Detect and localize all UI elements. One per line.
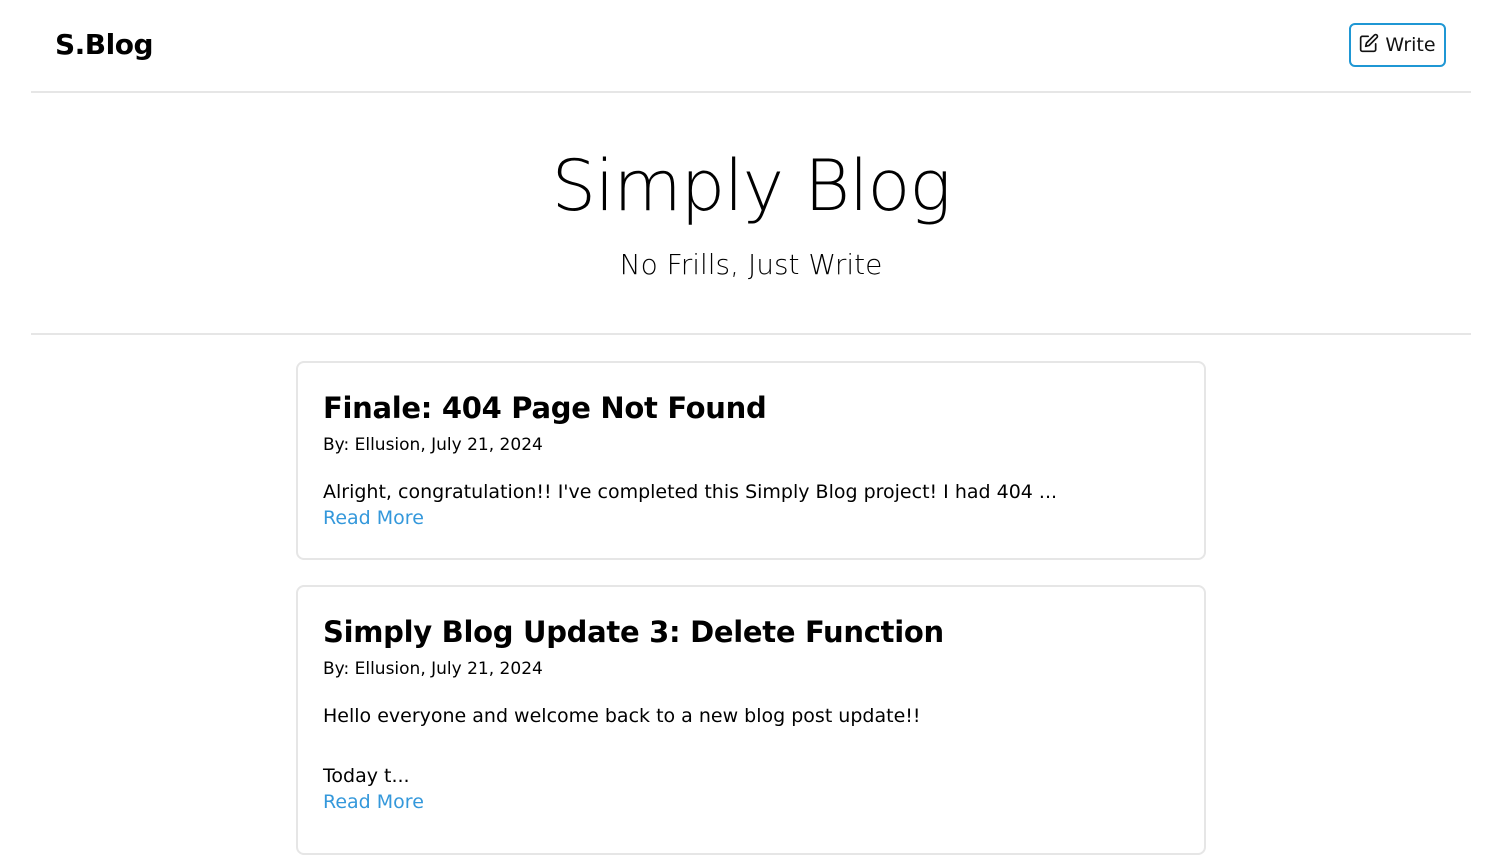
hero-section: Simply Blog No Frills, Just Write [31,93,1471,335]
navbar: S.Blog Write [31,0,1471,93]
write-button[interactable]: Write [1349,23,1446,67]
post-card: Simply Blog Update 3: Delete Function By… [296,585,1206,855]
edit-icon [1359,33,1379,58]
post-meta: By: Ellusion, July 21, 2024 [323,659,543,679]
post-card: Finale: 404 Page Not Found By: Ellusion,… [296,361,1206,560]
brand-logo[interactable]: S.Blog [55,28,154,61]
write-button-label: Write [1385,34,1436,56]
post-title[interactable]: Simply Blog Update 3: Delete Function [323,615,944,649]
read-more-link[interactable]: Read More [323,791,424,813]
read-more-link[interactable]: Read More [323,507,424,529]
page-title: Simply Blog [551,145,952,227]
post-excerpt: Hello everyone and welcome back to a new… [323,705,921,787]
post-meta: By: Ellusion, July 21, 2024 [323,435,543,455]
post-excerpt: Alright, congratulation!! I've completed… [323,481,1058,503]
post-title[interactable]: Finale: 404 Page Not Found [323,391,767,425]
page-subtitle: No Frills, Just Write [619,248,883,281]
